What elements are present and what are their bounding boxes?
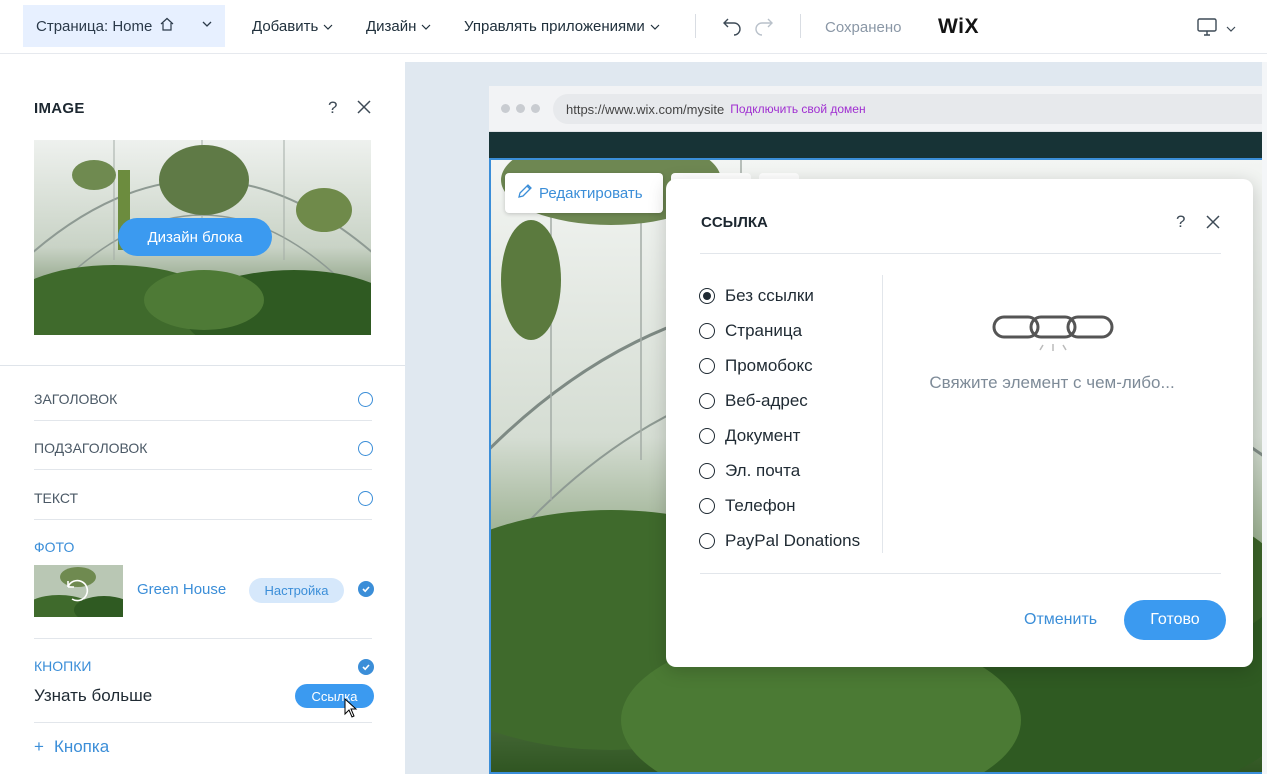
option-label: Телефон — [725, 495, 796, 515]
link-hint-text: Свяжите элемент с чем-либо... — [929, 373, 1175, 392]
menu-design[interactable]: Дизайн — [366, 18, 431, 35]
image-settings-panel: IMAGE ? Дизайн блока ЗАГОЛОВОК ПОДЗАГОЛО… — [0, 62, 405, 774]
add-button[interactable]: + Кнопка — [34, 737, 119, 757]
mouse-cursor-icon — [344, 697, 358, 723]
radio[interactable] — [699, 357, 715, 374]
divider — [882, 275, 883, 553]
link-option-lightbox[interactable]: Промобокс — [699, 348, 860, 383]
photo-settings-button[interactable]: Настройка — [249, 578, 344, 603]
link-option-none[interactable]: Без ссылки — [699, 278, 860, 313]
wix-logo: WiX — [938, 15, 979, 38]
connect-domain-link[interactable]: Подключить свой домен — [730, 102, 865, 116]
option-label: PayPal Donations — [725, 530, 861, 550]
chevron-down-icon — [421, 22, 431, 32]
option-label: Веб-адрес — [725, 390, 808, 410]
radio[interactable] — [699, 462, 715, 479]
photo-name[interactable]: Green House — [137, 581, 226, 598]
option-label: Страница — [725, 320, 803, 340]
photo-thumbnail[interactable] — [34, 565, 123, 617]
radio-selected[interactable] — [699, 287, 715, 304]
menu-manage-apps[interactable]: Управлять приложениями — [464, 18, 660, 35]
section-subheading-label: ПОДЗАГОЛОВОК — [34, 440, 148, 456]
menu-add[interactable]: Добавить — [252, 18, 333, 35]
design-block-button[interactable]: Дизайн блока — [118, 218, 272, 256]
done-button[interactable]: Готово — [1124, 600, 1226, 640]
link-type-options: Без ссылки Страница Промобокс Веб-адрес … — [699, 278, 860, 558]
divider — [34, 469, 372, 470]
link-option-email[interactable]: Эл. почта — [699, 453, 860, 488]
cancel-button[interactable]: Отменить — [1024, 611, 1097, 629]
chevron-down-icon — [650, 22, 660, 32]
radio[interactable] — [699, 392, 715, 409]
page-selector-label: Страница: Home — [36, 17, 153, 35]
browser-frame: https://www.wix.com/mysite Подключить св… — [489, 86, 1267, 132]
text-toggle[interactable] — [358, 491, 373, 506]
divider — [34, 722, 372, 723]
divider — [34, 638, 372, 639]
link-dialog: ССЫЛКА ? Без ссылки Страница Промобокс В… — [666, 179, 1253, 667]
divider — [700, 253, 1221, 254]
buttons-toggle-checked[interactable] — [358, 659, 374, 675]
desktop-icon — [1196, 17, 1218, 42]
section-heading-label: ЗАГОЛОВОК — [34, 391, 118, 407]
help-icon[interactable]: ? — [328, 98, 337, 118]
subheading-toggle[interactable] — [358, 441, 373, 456]
link-option-paypal[interactable]: PayPal Donations — [699, 523, 860, 558]
edit-button[interactable]: Редактировать — [505, 173, 663, 213]
section-photo-label: ФОТО — [34, 539, 75, 555]
link-option-web-address[interactable]: Веб-адрес — [699, 383, 860, 418]
divider — [34, 519, 372, 520]
page-selector[interactable]: Страница: Home — [23, 5, 225, 47]
close-icon[interactable] — [1205, 214, 1221, 235]
link-button[interactable]: Ссылка — [295, 684, 374, 708]
chevron-down-icon — [1226, 21, 1236, 39]
radio[interactable] — [699, 427, 715, 444]
pencil-icon — [517, 183, 539, 203]
heading-toggle[interactable] — [358, 392, 373, 407]
radio[interactable] — [699, 532, 715, 549]
chevron-down-icon — [201, 18, 213, 30]
radio[interactable] — [699, 497, 715, 514]
link-option-page[interactable]: Страница — [699, 313, 860, 348]
divider — [700, 573, 1221, 574]
saved-status: Сохранено — [825, 19, 902, 36]
photo-toggle-checked[interactable] — [358, 581, 374, 597]
menu-add-label: Добавить — [252, 18, 319, 35]
canvas-scrollbar[interactable] — [1262, 62, 1267, 774]
site-header-strip — [489, 132, 1267, 158]
divider — [695, 14, 696, 38]
add-button-label: Кнопка — [53, 737, 110, 756]
divider — [34, 420, 372, 421]
panel-title: IMAGE — [34, 100, 85, 117]
top-bar: Страница: Home Добавить Дизайн Управлять… — [0, 0, 1267, 54]
undo-icon[interactable] — [722, 16, 744, 41]
dialog-title: ССЫЛКА — [701, 214, 768, 231]
option-label: Эл. почта — [725, 460, 801, 480]
window-dots — [501, 104, 540, 113]
radio[interactable] — [699, 322, 715, 339]
link-option-phone[interactable]: Телефон — [699, 488, 860, 523]
device-switcher[interactable] — [1196, 17, 1236, 42]
divider — [0, 365, 405, 366]
section-text-label: ТЕКСТ — [34, 490, 79, 506]
home-icon — [160, 17, 174, 35]
close-icon[interactable] — [356, 99, 372, 120]
plus-icon: + — [34, 737, 44, 756]
option-label: Промобокс — [725, 355, 813, 375]
divider — [800, 14, 801, 38]
redo-icon[interactable] — [752, 16, 774, 41]
menu-design-label: Дизайн — [366, 18, 417, 35]
chevron-down-icon — [323, 22, 333, 32]
menu-manage-apps-label: Управлять приложениями — [464, 18, 645, 35]
option-label: Документ — [725, 425, 801, 445]
site-url: https://www.wix.com/mysite — [566, 101, 725, 117]
button-item-label[interactable]: Узнать больше — [34, 686, 152, 706]
option-label: Без ссылки — [725, 285, 814, 305]
link-option-document[interactable]: Документ — [699, 418, 860, 453]
help-icon[interactable]: ? — [1176, 212, 1185, 232]
url-bar: https://www.wix.com/mysite Подключить св… — [553, 94, 1267, 124]
section-buttons-label: КНОПКИ — [34, 658, 92, 674]
edit-button-label: Редактировать — [539, 184, 643, 202]
chain-link-icon — [991, 309, 1115, 368]
